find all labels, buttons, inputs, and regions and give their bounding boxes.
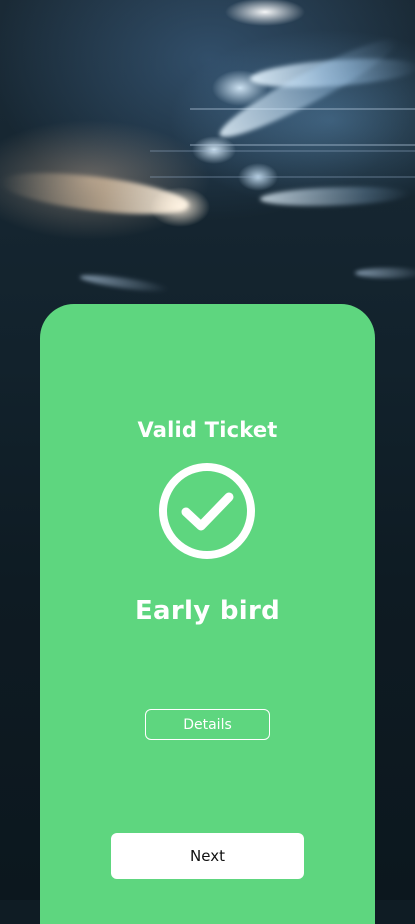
checkmark-circle-icon	[159, 463, 255, 559]
stage-truss-lower	[150, 150, 415, 178]
details-button[interactable]: Details	[145, 709, 270, 740]
ticket-type-label: Early bird	[135, 596, 280, 626]
next-button[interactable]: Next	[111, 833, 304, 879]
light-beam	[79, 272, 170, 295]
next-button-label: Next	[190, 847, 225, 865]
ticket-status-title: Valid Ticket	[137, 418, 278, 442]
light-beam	[259, 184, 411, 208]
light-beam	[355, 268, 415, 278]
details-button-label: Details	[183, 716, 232, 733]
